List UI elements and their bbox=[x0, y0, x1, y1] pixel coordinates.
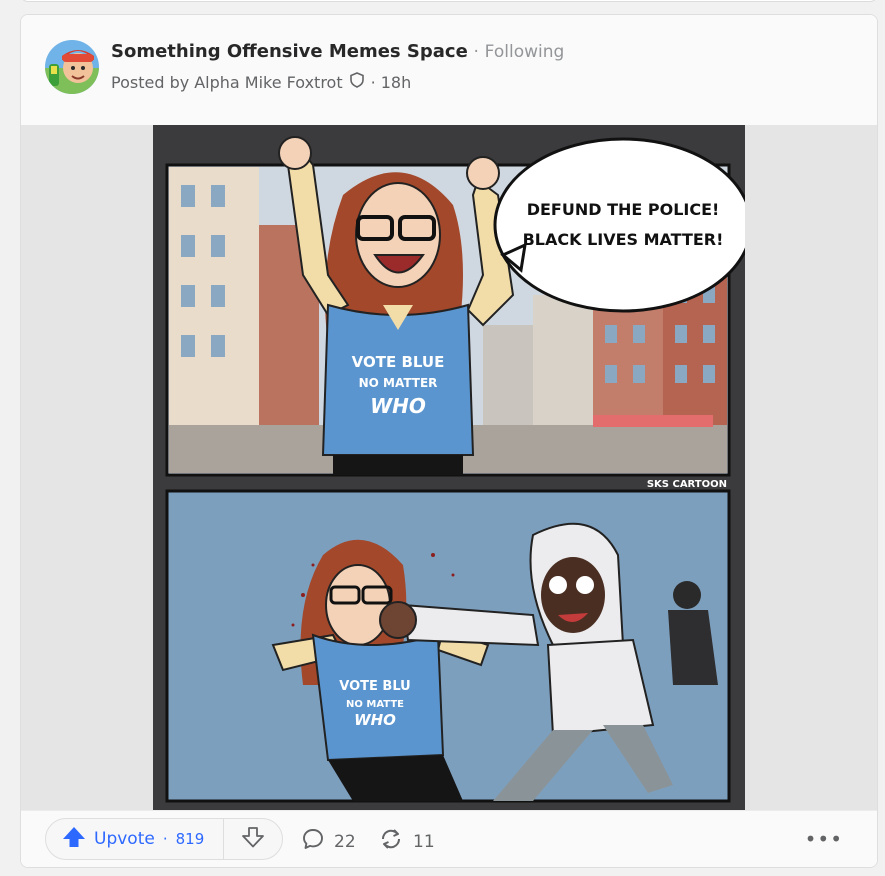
posted-by-label: Posted by bbox=[111, 72, 190, 92]
upvote-label: Upvote bbox=[94, 829, 155, 849]
share-button[interactable]: 11 bbox=[378, 827, 435, 856]
bubble-text-line1: DEFUND THE POLICE! bbox=[527, 200, 720, 219]
post-card: Something Offensive Memes Space · Follow… bbox=[20, 14, 878, 868]
time-separator: · bbox=[370, 72, 376, 92]
following-button[interactable]: Following bbox=[485, 42, 565, 62]
shirt-text-line2: NO MATTER bbox=[359, 376, 438, 390]
post-header: Something Offensive Memes Space · Follow… bbox=[21, 15, 877, 125]
post-media-area: VOTE BLUE NO MATTER WHO DEFUND THE POLIC… bbox=[21, 125, 877, 810]
watermark-text: SKS CARTOON bbox=[647, 479, 727, 490]
posted-by-line: Posted by Alpha Mike Foxtrot · 18h bbox=[111, 71, 411, 93]
shirt2-text-line1: VOTE BLU bbox=[339, 679, 410, 694]
separator-dot: · bbox=[473, 42, 479, 62]
upvote-button[interactable]: Upvote · 819 bbox=[46, 819, 224, 859]
more-options-button[interactable]: ••• bbox=[805, 827, 843, 851]
previous-post-card bbox=[20, 0, 878, 2]
author-link[interactable]: Alpha Mike Foxtrot bbox=[194, 73, 342, 92]
space-line: Something Offensive Memes Space · Follow… bbox=[111, 41, 564, 62]
vote-pill: Upvote · 819 bbox=[45, 818, 283, 860]
shirt2-text-line3: WHO bbox=[354, 711, 396, 729]
comments-button[interactable]: 22 bbox=[301, 827, 356, 856]
post-timestamp[interactable]: 18h bbox=[381, 73, 412, 92]
space-avatar[interactable] bbox=[45, 40, 99, 94]
comment-count: 22 bbox=[334, 831, 356, 852]
shield-icon bbox=[348, 71, 366, 93]
shirt-text-line3: WHO bbox=[370, 394, 426, 418]
share-cycle-icon bbox=[378, 827, 404, 856]
space-name-link[interactable]: Something Offensive Memes Space bbox=[111, 41, 468, 62]
shirt2-text-line2: NO MATTE bbox=[346, 699, 404, 710]
bubble-text-line2: BLACK LIVES MATTER! bbox=[523, 230, 724, 249]
share-count: 11 bbox=[413, 831, 435, 852]
upvote-separator: · bbox=[162, 830, 168, 848]
downvote-button[interactable] bbox=[224, 819, 282, 859]
speech-bubble-icon bbox=[301, 827, 325, 856]
down-arrow-icon bbox=[241, 826, 265, 852]
shirt-text-line1: VOTE BLUE bbox=[352, 353, 445, 371]
post-action-bar: Upvote · 819 22 11 ••• bbox=[21, 810, 877, 867]
upvote-count: 819 bbox=[175, 830, 205, 848]
up-arrow-icon bbox=[62, 826, 86, 852]
comic-image[interactable]: VOTE BLUE NO MATTER WHO DEFUND THE POLIC… bbox=[153, 125, 745, 810]
more-dots-icon: ••• bbox=[804, 827, 843, 851]
